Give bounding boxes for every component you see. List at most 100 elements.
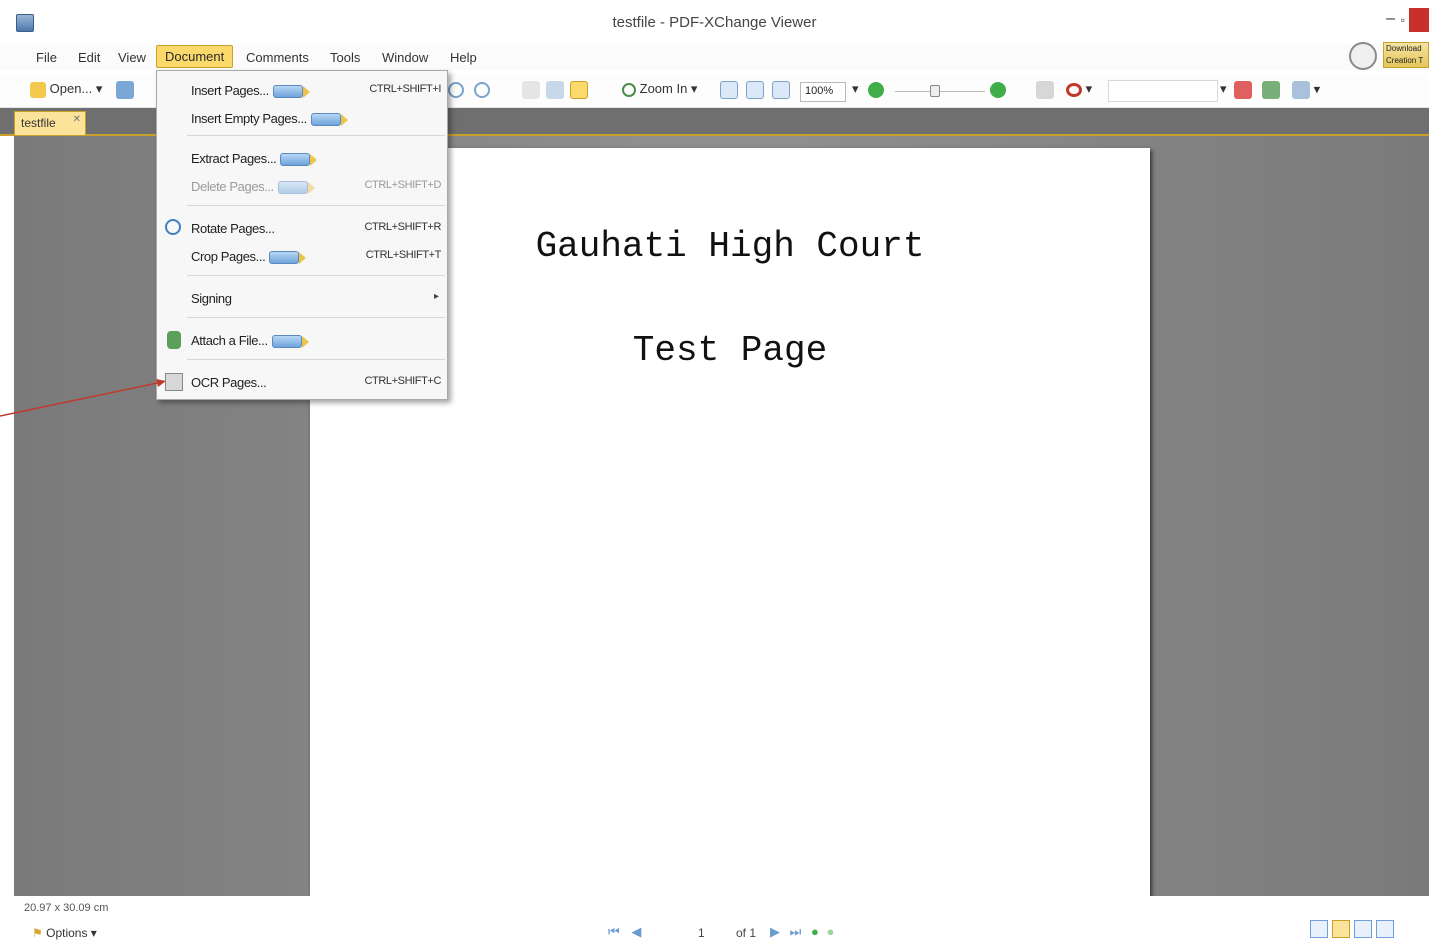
select-icon bbox=[546, 81, 564, 99]
prev-page-icon[interactable]: ◀ bbox=[631, 924, 641, 939]
search-input[interactable] bbox=[1108, 80, 1218, 102]
restore-button[interactable]: ▫ bbox=[1401, 13, 1405, 27]
pro-feature-icon bbox=[280, 153, 318, 167]
first-page-icon[interactable]: ⏮ bbox=[608, 924, 620, 939]
download-banner[interactable]: Download Creation T bbox=[1349, 38, 1429, 74]
zoom-out-button[interactable] bbox=[868, 81, 884, 98]
menu-tools[interactable]: Tools bbox=[324, 48, 366, 67]
submenu-arrow-icon: ▸ bbox=[433, 291, 439, 302]
menu-help[interactable]: Help bbox=[444, 48, 483, 67]
tools-icon bbox=[1292, 81, 1310, 99]
folder-icon bbox=[30, 81, 46, 98]
menu-item-shortcut: CTRL+SHIFT+T bbox=[365, 249, 442, 261]
menu-window[interactable]: Window bbox=[376, 48, 434, 67]
minimize-button[interactable]: – bbox=[1386, 10, 1395, 28]
menu-document[interactable]: Document bbox=[156, 45, 234, 68]
zoom-slider-handle[interactable] bbox=[930, 85, 940, 97]
menu-file[interactable]: File bbox=[30, 48, 63, 67]
menu-item-attach-file[interactable]: Attach a File... bbox=[157, 327, 447, 353]
text-select-icon bbox=[570, 81, 588, 99]
menu-item-insert-pages[interactable]: Insert Pages... CTRL+SHIFT+I bbox=[157, 77, 447, 103]
menu-item-rotate-pages[interactable]: Rotate Pages... CTRL+SHIFT+R bbox=[157, 215, 447, 241]
menu-separator bbox=[187, 135, 445, 136]
search-dropdown-arrow[interactable]: ▾ bbox=[1220, 81, 1227, 97]
close-button[interactable] bbox=[1409, 8, 1429, 32]
page-layout-buttons bbox=[1300, 920, 1429, 940]
last-page-icon[interactable]: ⏭ bbox=[790, 924, 802, 939]
options-button[interactable]: ⚑ Options ▾ bbox=[32, 926, 97, 940]
menu-item-label: Attach a File... bbox=[191, 333, 268, 348]
shape-button[interactable]: ▾ bbox=[1066, 81, 1092, 97]
fit-width-icon bbox=[772, 81, 790, 99]
page-dimensions: 20.97 x 30.09 cm bbox=[24, 902, 109, 914]
tab-testfile[interactable]: testfile ✕ bbox=[14, 111, 86, 135]
rotate-icon bbox=[165, 219, 181, 235]
page-navigation: ⏮ ◀ bbox=[608, 924, 641, 940]
document-menu: Insert Pages... CTRL+SHIFT+I Insert Empt… bbox=[156, 70, 448, 400]
back-view-icon[interactable]: ● bbox=[811, 924, 819, 939]
paperclip-icon bbox=[167, 331, 181, 349]
actual-size-icon bbox=[720, 81, 738, 99]
menu-view[interactable]: View bbox=[112, 48, 152, 67]
fit-page-icon bbox=[746, 81, 764, 99]
zoom-plus-button[interactable] bbox=[990, 81, 1006, 98]
title-bar: testfile - PDF-XChange Viewer – ▫ bbox=[0, 0, 1429, 44]
zoom-in-label: Zoom In bbox=[639, 81, 688, 96]
fit-page-button[interactable] bbox=[746, 81, 764, 99]
menu-item-shortcut: CTRL+SHIFT+C bbox=[364, 375, 442, 387]
page-number-field[interactable]: 1 bbox=[698, 926, 705, 940]
tab-close-icon[interactable]: ✕ bbox=[73, 114, 81, 125]
menu-item-shortcut: CTRL+SHIFT+R bbox=[364, 221, 442, 233]
menu-item-crop-pages[interactable]: Crop Pages... CTRL+SHIFT+T bbox=[157, 243, 447, 269]
hand-tool-button[interactable] bbox=[522, 81, 540, 99]
zoom-level-field[interactable]: 100% bbox=[800, 82, 846, 102]
zoom-slider-track[interactable] bbox=[895, 91, 985, 92]
fit-width-button[interactable] bbox=[772, 81, 790, 99]
menu-item-label: Rotate Pages... bbox=[191, 221, 275, 236]
menu-item-insert-empty-pages[interactable]: Insert Empty Pages... bbox=[157, 105, 447, 131]
text-tool-button[interactable] bbox=[570, 81, 588, 99]
zoom-in-button[interactable]: Zoom In ▾ bbox=[622, 81, 697, 97]
open-button[interactable]: Open... ▾ bbox=[30, 81, 102, 98]
save-button[interactable] bbox=[116, 81, 134, 99]
single-page-icon[interactable] bbox=[1310, 920, 1328, 938]
tab-label: testfile bbox=[21, 116, 56, 130]
rotate-right-button[interactable] bbox=[474, 81, 490, 98]
actual-size-button[interactable] bbox=[720, 81, 738, 99]
find-next-icon bbox=[1262, 81, 1280, 99]
menu-separator bbox=[187, 317, 445, 318]
menu-item-label: Signing bbox=[191, 291, 232, 306]
find-button[interactable] bbox=[1234, 81, 1252, 99]
window-title: testfile - PDF-XChange Viewer bbox=[612, 14, 817, 31]
continuous-page-icon[interactable] bbox=[1332, 920, 1350, 938]
download-icon bbox=[1349, 42, 1377, 70]
facing-pages-icon[interactable] bbox=[1354, 920, 1372, 938]
save-icon bbox=[116, 81, 134, 99]
menu-item-extract-pages[interactable]: Extract Pages... bbox=[157, 145, 447, 171]
forward-view-icon[interactable]: ● bbox=[826, 924, 834, 939]
menu-item-ocr-pages[interactable]: OCR Pages... CTRL+SHIFT+C bbox=[157, 369, 447, 395]
zoom-dropdown-arrow[interactable]: ▾ bbox=[852, 81, 859, 97]
annotation-arrow bbox=[0, 379, 166, 417]
open-label: Open... bbox=[49, 81, 93, 96]
menu-comments[interactable]: Comments bbox=[240, 48, 315, 67]
stamp-button[interactable] bbox=[1036, 81, 1054, 99]
select-tool-button[interactable] bbox=[546, 81, 564, 99]
pro-feature-icon bbox=[310, 113, 348, 127]
menu-item-signing[interactable]: Signing ▸ bbox=[157, 285, 447, 311]
menu-item-delete-pages[interactable]: Delete Pages... CTRL+SHIFT+D bbox=[157, 173, 447, 199]
pro-feature-icon bbox=[271, 335, 309, 349]
rotate-left-button[interactable] bbox=[448, 81, 464, 98]
menu-item-shortcut: CTRL+SHIFT+I bbox=[369, 83, 441, 95]
page-navigation-forward: ▶ ⏭ ● ● bbox=[770, 924, 834, 940]
find-next-button[interactable] bbox=[1262, 81, 1280, 99]
next-page-icon[interactable]: ▶ bbox=[770, 924, 780, 939]
options-icon: ⚑ bbox=[32, 926, 43, 940]
continuous-facing-icon[interactable] bbox=[1376, 920, 1394, 938]
magnifier-icon bbox=[622, 82, 636, 97]
stamp-icon bbox=[1036, 81, 1054, 99]
menu-separator bbox=[187, 205, 445, 206]
tools-button[interactable]: ▾ bbox=[1292, 81, 1320, 99]
menu-item-label: Insert Empty Pages... bbox=[191, 111, 307, 126]
menu-edit[interactable]: Edit bbox=[72, 48, 106, 67]
